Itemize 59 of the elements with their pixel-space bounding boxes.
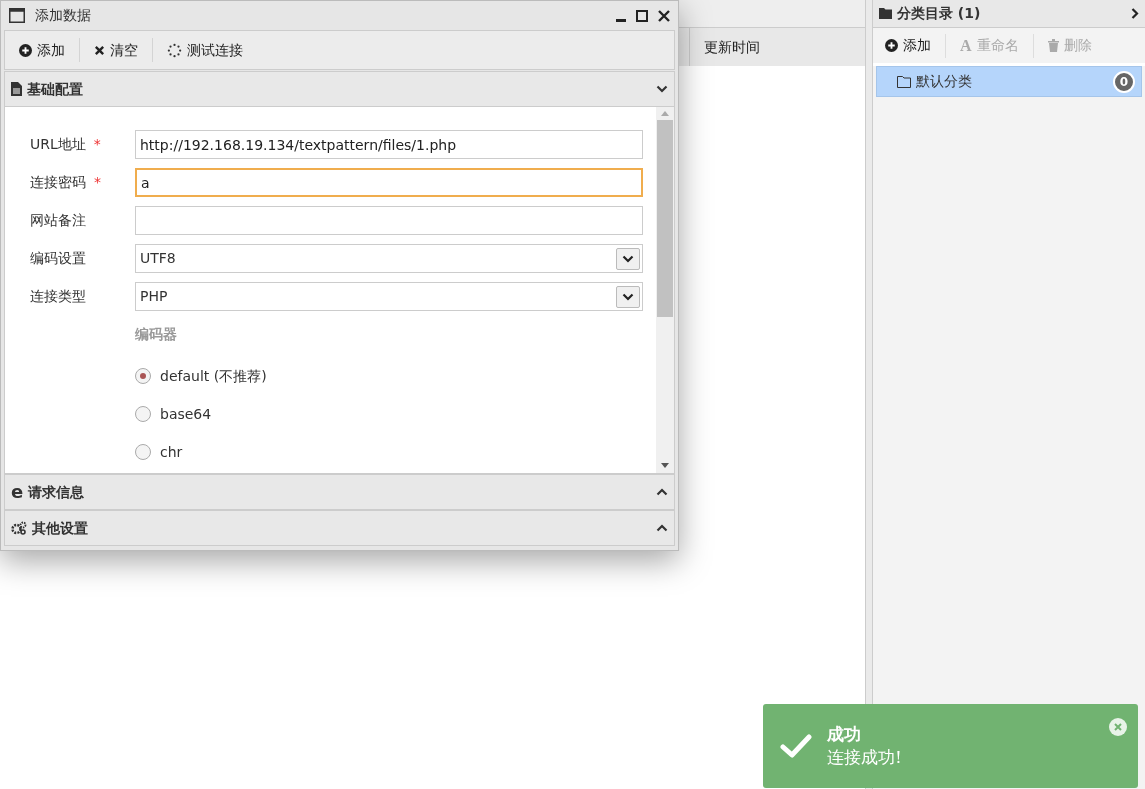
panel-title: 分类目录 (1) bbox=[897, 4, 982, 23]
radio-option[interactable]: default (不推荐) bbox=[135, 357, 643, 395]
field-label: 编码设置 bbox=[30, 249, 86, 268]
section-header[interactable]: 基础配置 bbox=[4, 71, 675, 107]
spinner-icon bbox=[167, 42, 182, 58]
close-icon bbox=[94, 44, 105, 56]
toast-title: 成功 bbox=[827, 723, 862, 745]
field-label: URL地址 bbox=[30, 135, 86, 154]
dropdown-button[interactable] bbox=[616, 247, 640, 270]
font-icon: A bbox=[960, 37, 972, 54]
scroll-down-icon[interactable] bbox=[661, 463, 669, 468]
window-title: 添加数据 bbox=[35, 6, 92, 25]
section-header[interactable]: 其他设置 bbox=[4, 510, 675, 546]
close-icon[interactable] bbox=[658, 9, 670, 22]
radio-option[interactable]: base64 bbox=[135, 395, 643, 433]
gears-icon bbox=[11, 521, 27, 535]
plus-circle-icon bbox=[19, 43, 32, 57]
count-badge: 0 bbox=[1113, 70, 1135, 93]
input-field[interactable]: http://192.168.19.134/textpattern/files/1.php bbox=[135, 130, 643, 159]
field-label: 连接类型 bbox=[30, 287, 86, 306]
checkmark-icon bbox=[780, 734, 812, 758]
group-label: 编码器 bbox=[135, 325, 178, 344]
toast-message: 连接成功! bbox=[827, 746, 903, 769]
section-header[interactable]: e 请求信息 bbox=[4, 474, 675, 510]
required-mark: * bbox=[94, 173, 101, 192]
browser-icon: e bbox=[11, 483, 24, 501]
chevron-up-icon bbox=[656, 488, 668, 496]
radio-button[interactable] bbox=[135, 444, 151, 460]
trash-icon bbox=[1047, 39, 1059, 52]
toolbar-button[interactable]: 添加 bbox=[15, 39, 69, 61]
required-mark: * bbox=[93, 135, 101, 154]
chevron-right-icon[interactable] bbox=[1131, 8, 1139, 19]
category-label: 默认分类 bbox=[916, 72, 973, 91]
radio-button[interactable] bbox=[135, 406, 151, 422]
folder-icon bbox=[879, 8, 892, 19]
radio-button[interactable] bbox=[135, 368, 151, 384]
input-field[interactable] bbox=[135, 206, 643, 235]
toolbar-button[interactable]: 清空 bbox=[90, 39, 142, 61]
field-label: 连接密码 bbox=[30, 173, 86, 192]
chevron-down-icon bbox=[622, 292, 634, 301]
window-icon bbox=[9, 8, 25, 23]
dropdown-button[interactable] bbox=[616, 285, 640, 308]
folder-icon bbox=[897, 75, 911, 88]
select-field[interactable]: UTF8 bbox=[135, 244, 643, 273]
radio-option[interactable]: chr bbox=[135, 433, 643, 471]
select-field[interactable]: PHP bbox=[135, 282, 643, 311]
document-icon bbox=[11, 82, 22, 96]
toolbar-button[interactable]: 添加 bbox=[881, 35, 935, 56]
chevron-up-icon bbox=[656, 524, 668, 532]
scrollbar[interactable] bbox=[656, 107, 674, 473]
column-header[interactable]: 更新时间 bbox=[690, 28, 774, 66]
toolbar-button[interactable]: 测试连接 bbox=[163, 39, 247, 61]
category-item[interactable]: 默认分类 0 bbox=[876, 66, 1142, 97]
chevron-down-icon bbox=[656, 85, 668, 93]
input-field[interactable]: a bbox=[135, 168, 643, 197]
chevron-down-icon bbox=[622, 254, 634, 263]
field-label: 网站备注 bbox=[30, 211, 86, 230]
plus-circle-icon bbox=[885, 39, 898, 52]
maximize-icon[interactable] bbox=[636, 9, 648, 22]
